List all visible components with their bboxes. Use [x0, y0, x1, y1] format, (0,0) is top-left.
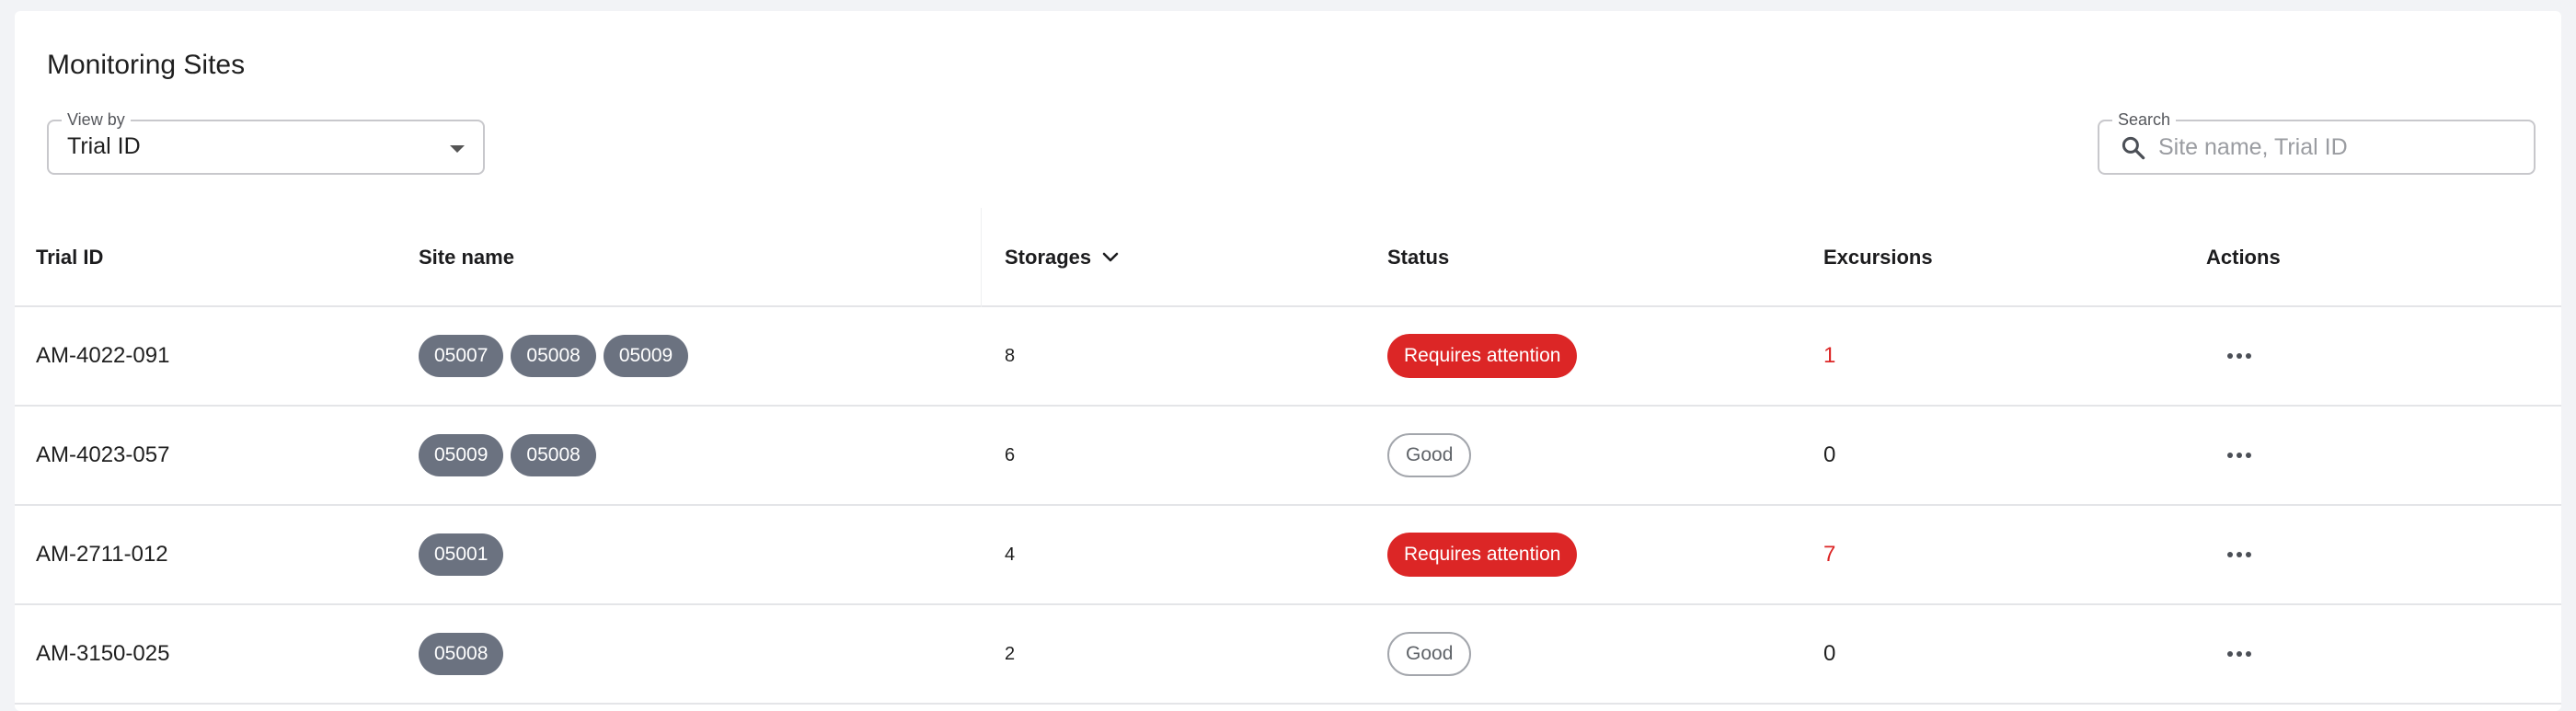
storages-count: 4	[1005, 544, 1016, 565]
site-chips: 05001	[419, 506, 511, 603]
site-chips: 05009 05008	[419, 407, 604, 504]
site-chips: 05008	[419, 605, 511, 703]
status-badge: Good	[1387, 632, 1472, 676]
view-by-label: View by	[62, 110, 131, 129]
status-badge: Requires attention	[1387, 533, 1578, 577]
view-by-select[interactable]: View by Trial ID	[47, 110, 485, 175]
table-header: Trial ID Site name Storages Status Excur…	[15, 208, 2561, 307]
column-header-actions: Actions	[2206, 246, 2281, 269]
site-chip[interactable]: 05007	[419, 335, 504, 377]
more-horizontal-icon[interactable]	[2219, 435, 2260, 476]
excursions-count: 1	[1823, 343, 1836, 368]
trial-id: AM-4022-091	[36, 343, 170, 368]
status-badge: Good	[1387, 433, 1472, 477]
excursions-count: 0	[1823, 641, 1836, 666]
site-chip[interactable]: 05009	[603, 335, 689, 377]
more-horizontal-icon[interactable]	[2219, 634, 2260, 674]
search-field[interactable]: Search	[2098, 110, 2536, 175]
storages-header-label: Storages	[1005, 246, 1092, 269]
trial-id: AM-4023-057	[36, 442, 170, 467]
column-header-status: Status	[1387, 246, 1450, 269]
view-by-value: Trial ID	[67, 133, 141, 159]
search-label: Search	[2112, 110, 2177, 129]
column-header-excursions: Excursions	[1823, 246, 1933, 269]
storages-count: 8	[1005, 345, 1016, 366]
column-header-trial-id: Trial ID	[36, 246, 104, 269]
more-horizontal-icon[interactable]	[2219, 534, 2260, 575]
trial-id: AM-3150-025	[36, 641, 170, 666]
site-chip[interactable]: 05008	[511, 434, 596, 476]
storages-count: 6	[1005, 444, 1016, 465]
column-header-site-name: Site name	[419, 246, 514, 269]
site-chips: 05007 05008 05009	[419, 307, 696, 405]
monitoring-sites-card: Monitoring Sites View by Trial ID Search…	[15, 11, 2561, 711]
chevron-down-icon	[450, 145, 465, 153]
trial-id: AM-2711-012	[36, 542, 168, 567]
table-row[interactable]: AM-4023-057 05009 05008 6 Good 0	[15, 407, 2561, 506]
chevron-down-icon	[1102, 252, 1119, 262]
site-chip[interactable]: 05008	[419, 633, 504, 675]
more-horizontal-icon[interactable]	[2219, 336, 2260, 376]
excursions-count: 7	[1823, 542, 1836, 567]
search-input[interactable]	[2158, 131, 2517, 164]
table-row[interactable]: AM-4022-091 05007 05008 05009 8 Requires a…	[15, 307, 2561, 407]
table-body: AM-4022-091 05007 05008 05009 8 Requires a…	[15, 307, 2561, 705]
search-icon	[2122, 136, 2145, 160]
storages-count: 2	[1005, 643, 1016, 664]
column-header-storages[interactable]: Storages	[1005, 208, 1119, 307]
table-row[interactable]: AM-2711-012 05001 4 Requires attention 7	[15, 506, 2561, 605]
status-badge: Requires attention	[1387, 334, 1578, 378]
page-title: Monitoring Sites	[47, 50, 246, 80]
excursions-count: 0	[1823, 442, 1836, 467]
table-row[interactable]: AM-3150-025 05008 2 Good 0	[15, 605, 2561, 705]
sites-table: Trial ID Site name Storages Status Excur…	[15, 208, 2561, 705]
site-chip[interactable]: 05008	[511, 335, 596, 377]
site-chip[interactable]: 05001	[419, 533, 504, 576]
site-chip[interactable]: 05009	[419, 434, 504, 476]
column-divider	[981, 208, 982, 307]
